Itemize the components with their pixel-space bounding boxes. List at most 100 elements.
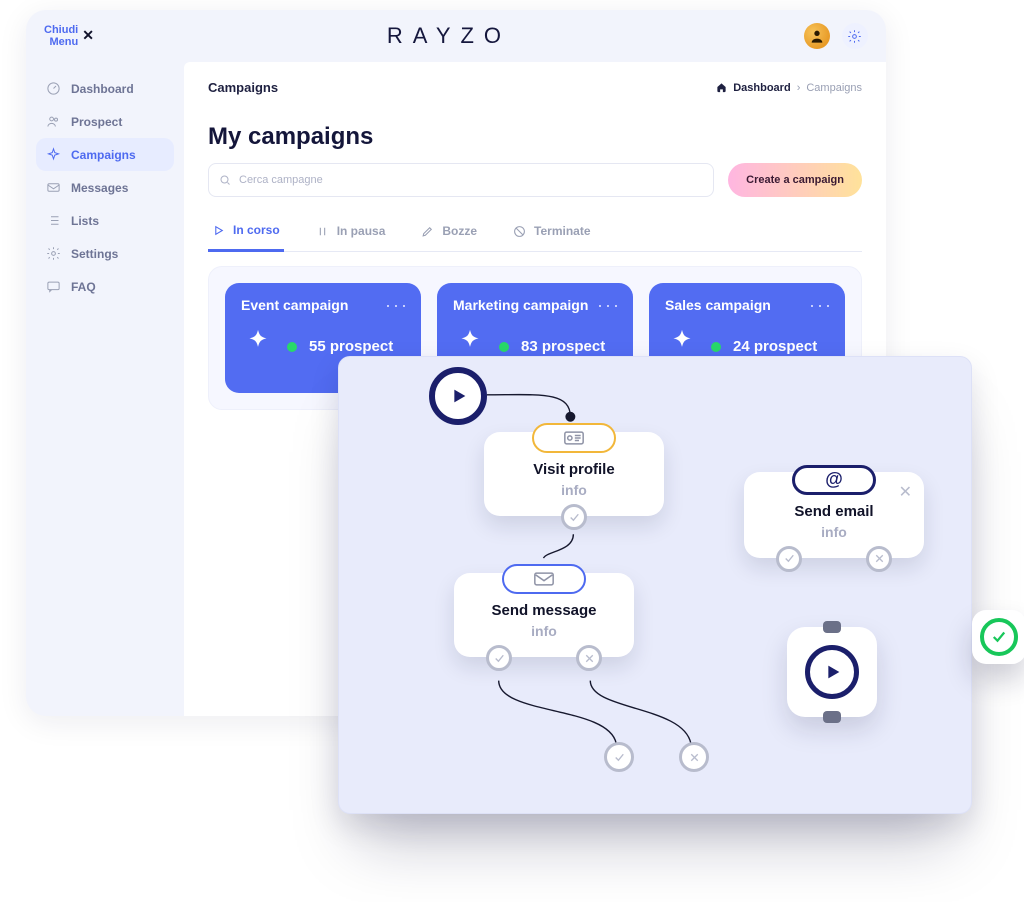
campaign-count: 83 prospect [521,338,605,355]
users-icon [46,114,61,129]
status-dot [711,342,721,352]
node-chip [502,564,586,594]
sidebar-item-label: Campaigns [71,148,136,162]
sidebar-item-campaigns[interactable]: Campaigns [36,138,174,171]
ban-icon [513,225,526,238]
close-menu-button[interactable]: Chiudi Menu ✕ [44,24,94,48]
x-icon [688,751,701,764]
campaign-count: 55 prospect [309,338,393,355]
breadcrumb-home[interactable]: Dashboard [733,82,790,94]
node-sub: info [468,623,620,639]
node-title: Send email [758,503,910,520]
id-card-icon [564,431,584,445]
sidebar-item-messages[interactable]: Messages [36,171,174,204]
breadcrumb-current: Campaigns [806,82,862,94]
flow-node-send-email[interactable]: ✕ @ Send email info [744,472,924,558]
status-dot [499,342,509,352]
settings-icon [46,246,61,261]
campaign-title: Sales campaign [665,297,829,313]
flow-port-fail[interactable] [679,742,709,772]
node-port-fail[interactable] [866,546,892,572]
sidebar: Dashboard Prospect Campaigns Messages Li… [26,62,184,716]
check-circle-icon [980,618,1018,656]
check-icon [493,652,506,665]
user-icon [809,28,825,44]
close-icon: ✕ [82,28,94,43]
at-icon: @ [825,469,843,490]
node-title: Send message [468,602,620,619]
tab-terminate[interactable]: Terminate [509,213,594,251]
settings-button[interactable] [842,23,868,49]
check-icon [613,751,626,764]
close-menu-line2: Menu [44,36,78,48]
pencil-icon [421,225,434,238]
section-title: Campaigns [208,80,278,95]
node-title: Visit profile [498,461,650,478]
drag-handle[interactable] [823,711,841,723]
close-menu-line1: Chiudi [44,24,78,36]
breadcrumb: Campaigns Dashboard › Campaigns [208,80,862,95]
brand-logo: RAYZO [387,23,511,49]
flow-start[interactable] [429,367,487,425]
play-icon [805,645,859,699]
sidebar-item-lists[interactable]: Lists [36,204,174,237]
campaign-title: Event campaign [241,297,405,313]
campaign-count: 24 prospect [733,338,817,355]
gear-icon [847,29,862,44]
avatar[interactable] [804,23,830,49]
sidebar-item-label: Messages [71,181,128,195]
mail-icon [534,572,554,586]
page-title: My campaigns [208,123,862,151]
sidebar-item-label: FAQ [71,280,96,294]
faq-icon [46,279,61,294]
node-port-ok[interactable] [486,645,512,671]
tabs: In corso In pausa Bozze Terminate [208,213,862,252]
gauge-icon [46,81,61,96]
list-icon [46,213,61,228]
card-more-button[interactable]: ··· [597,295,621,316]
sidebar-item-label: Lists [71,214,99,228]
node-port-ok[interactable] [561,504,587,530]
sidebar-item-settings[interactable]: Settings [36,237,174,270]
search-icon [219,174,231,186]
node-chip: @ [792,465,876,495]
flow-play-node[interactable] [787,627,877,717]
topbar: Chiudi Menu ✕ RAYZO [26,10,886,62]
campaign-title: Marketing campaign [453,297,617,313]
x-icon [583,652,596,665]
check-icon [568,511,581,524]
tab-label: Terminate [534,224,590,238]
sidebar-item-label: Prospect [71,115,122,129]
tab-bozze[interactable]: Bozze [417,213,481,251]
flow-builder-panel[interactable]: Visit profile info Send message info ✕ @… [338,356,972,814]
drag-handle[interactable] [823,621,841,633]
card-more-button[interactable]: ··· [809,295,833,316]
mail-icon [46,180,61,195]
flow-node-send-message[interactable]: Send message info [454,573,634,657]
sidebar-item-faq[interactable]: FAQ [36,270,174,303]
tab-in-pausa[interactable]: In pausa [312,213,390,251]
sparkle-icon [46,147,61,162]
node-chip [532,423,616,453]
node-close-button[interactable]: ✕ [899,482,912,502]
success-badge[interactable] [972,610,1024,664]
sidebar-item-label: Dashboard [71,82,134,96]
sidebar-item-prospect[interactable]: Prospect [36,105,174,138]
home-icon [716,82,727,93]
flow-port-ok[interactable] [604,742,634,772]
search-input[interactable]: Cerca campagne [208,163,714,197]
node-sub: info [758,524,910,540]
create-campaign-label: Create a campaign [746,174,844,186]
node-port-fail[interactable] [576,645,602,671]
node-port-ok[interactable] [776,546,802,572]
search-placeholder: Cerca campagne [239,174,323,186]
play-icon [429,367,487,425]
play-icon [212,224,225,237]
card-more-button[interactable]: ··· [385,295,409,316]
sidebar-item-dashboard[interactable]: Dashboard [36,72,174,105]
create-campaign-button[interactable]: Create a campaign [728,163,862,197]
flow-node-visit-profile[interactable]: Visit profile info [484,432,664,516]
chevron-right-icon: › [797,82,801,94]
tab-in-corso[interactable]: In corso [208,213,284,252]
check-icon [783,552,796,565]
